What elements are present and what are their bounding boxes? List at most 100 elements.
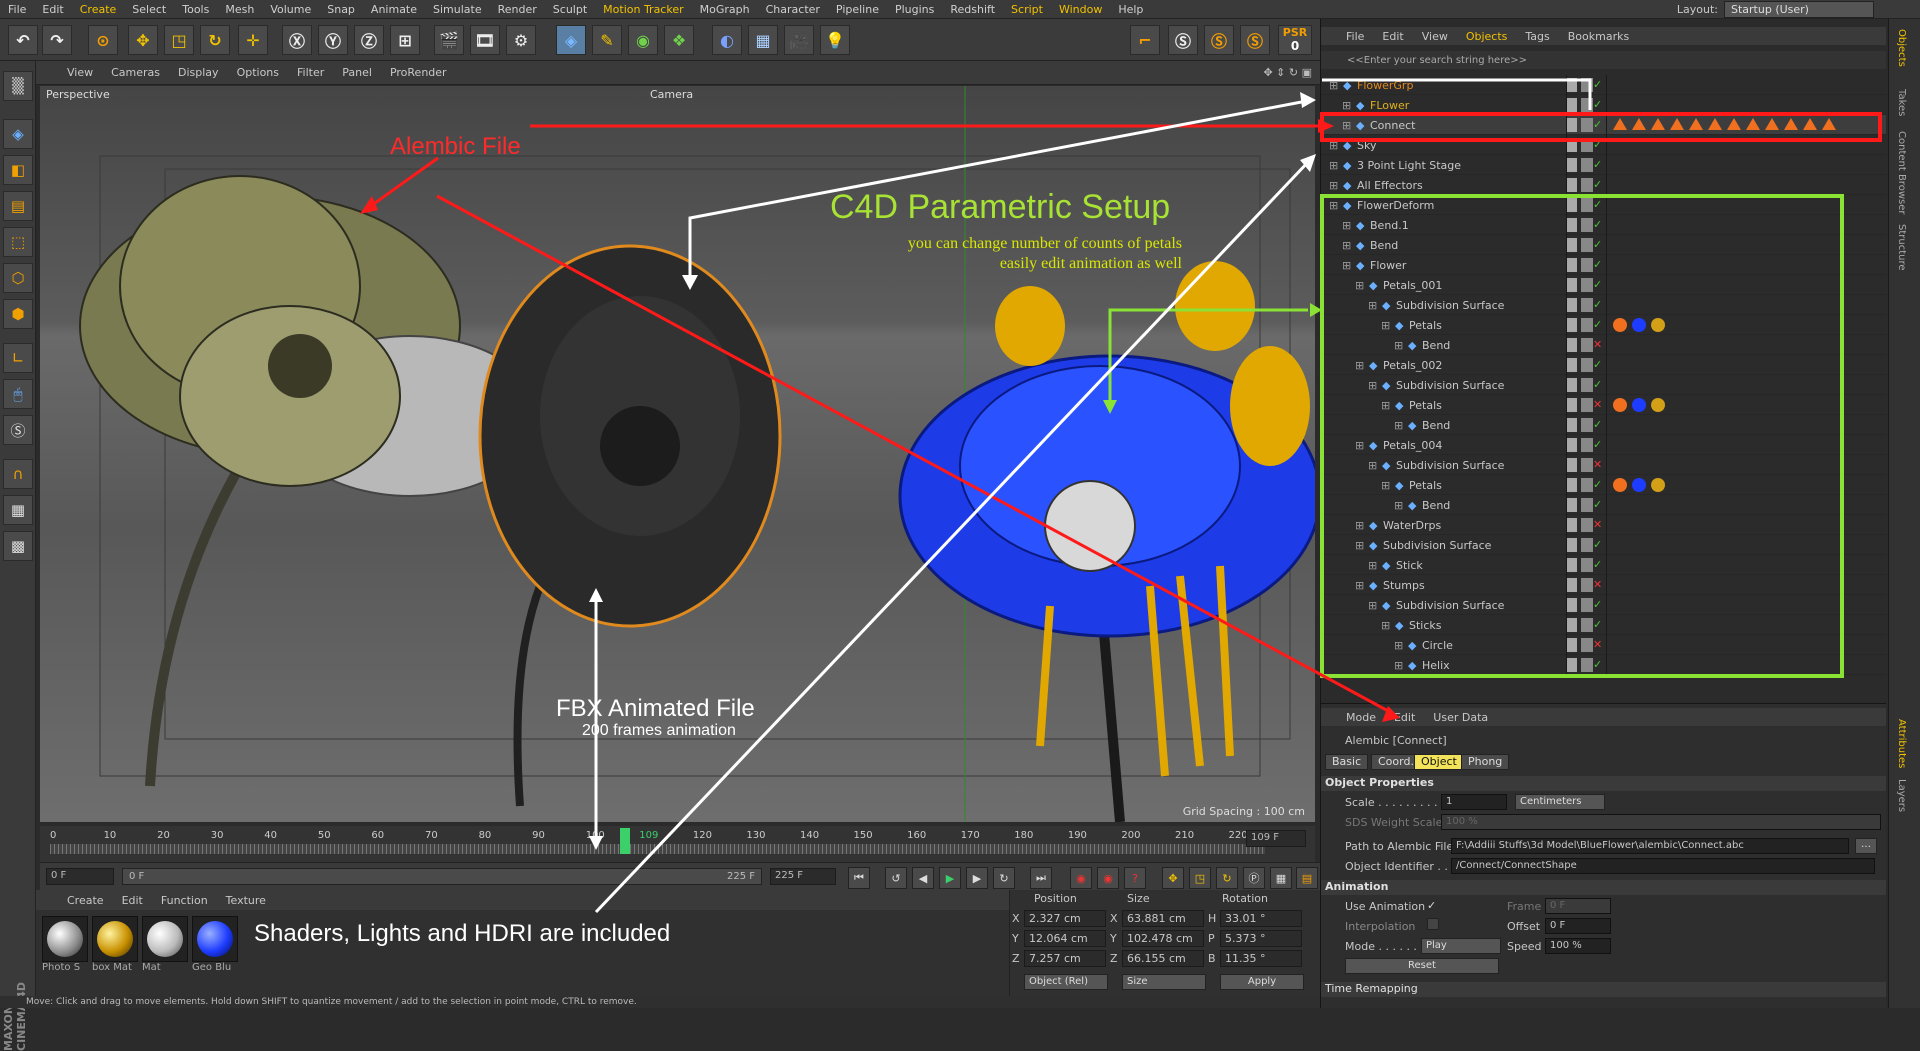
next-key-icon[interactable]: ↻ [993,867,1015,889]
object-name[interactable]: Stick [1396,559,1423,572]
visibility-toggle-icon[interactable] [1567,278,1593,292]
key-pla-icon[interactable]: ▦ [1270,867,1292,889]
menu-tools[interactable]: Tools [174,3,217,16]
visibility-toggle-icon[interactable] [1567,658,1593,672]
visibility-toggle-icon[interactable] [1567,478,1593,492]
menu-motion-tracker[interactable]: Motion Tracker [595,3,691,16]
soft-selection-icon[interactable]: Ⓢ [1240,25,1270,55]
current-frame-field[interactable]: 109 F [1246,830,1306,847]
object-name[interactable]: Bend [1422,499,1450,512]
view-menu-panel[interactable]: Panel [333,66,381,79]
object-row[interactable]: ⊞ ◆ FlowerGrp ✓ [1321,75,1886,95]
view-menu-view[interactable]: View [58,66,102,79]
menu-sculpt[interactable]: Sculpt [545,3,595,16]
menu-render[interactable]: Render [490,3,545,16]
object-name[interactable]: All Effectors [1357,179,1423,192]
enable-toggle-icon[interactable]: ✕ [1593,458,1602,471]
enable-toggle-icon[interactable]: ✓ [1593,238,1602,251]
object-name[interactable]: Petals [1409,479,1442,492]
expand-toggle-icon[interactable]: ⊞ [1381,319,1390,332]
object-name[interactable]: Bend [1422,419,1450,432]
live-select-icon[interactable]: ⊙ [88,25,118,55]
material-swatch[interactable] [192,916,238,962]
object-name[interactable]: Petals_004 [1383,439,1442,452]
previous-frame-icon[interactable]: ◀ [912,867,934,889]
coord-mode-dropdown[interactable]: Object (Rel) [1024,974,1108,990]
enable-toggle-icon[interactable]: ✓ [1593,118,1602,131]
enable-toggle-icon[interactable]: ✓ [1593,98,1602,111]
visibility-toggle-icon[interactable] [1567,178,1593,192]
material-swatch[interactable] [42,916,88,962]
enable-toggle-icon[interactable]: ✕ [1593,398,1602,411]
attr-menu-edit[interactable]: Edit [1385,711,1424,724]
scale-unit-dropdown[interactable]: Centimeters [1515,794,1605,810]
workplane-mode-icon[interactable]: ▤ [3,191,33,221]
visibility-toggle-icon[interactable] [1567,138,1593,152]
interpolation-checkbox[interactable] [1427,918,1439,930]
enable-toggle-icon[interactable]: ✕ [1593,518,1602,531]
object-name[interactable]: Petals [1409,319,1442,332]
view-menu-prorender[interactable]: ProRender [381,66,456,79]
render-picture-viewer-icon[interactable]: 🎞 [470,25,500,55]
enable-toggle-icon[interactable]: ✕ [1593,578,1602,591]
start-frame-field[interactable]: 0 F [46,868,114,885]
object-row[interactable]: ⊞ ◆ Sticks ✓ [1321,615,1886,635]
expand-toggle-icon[interactable]: ⊞ [1329,199,1338,212]
object-name[interactable]: Circle [1422,639,1453,652]
menu-script[interactable]: Script [1003,3,1051,16]
menu-plugins[interactable]: Plugins [887,3,942,16]
enable-toggle-icon[interactable]: ✓ [1593,418,1602,431]
expand-toggle-icon[interactable]: ⊞ [1394,639,1403,652]
coordinate-system-icon[interactable]: ⊞ [390,25,420,55]
object-row[interactable]: ⊞ ◆ Petals ✕ [1321,395,1886,415]
om-menu-file[interactable]: File [1337,30,1373,43]
object-row[interactable]: ⊞ ◆ Sky ✓ [1321,135,1886,155]
visibility-toggle-icon[interactable] [1567,638,1593,652]
alembic-tag-icon[interactable] [1613,118,1627,130]
expand-toggle-icon[interactable]: ⊞ [1381,399,1390,412]
key-parameter-icon[interactable]: Ⓟ [1243,867,1265,889]
expand-toggle-icon[interactable]: ⊞ [1329,159,1338,172]
scale-icon[interactable]: ◳ [164,25,194,55]
expand-toggle-icon[interactable]: ⊞ [1381,479,1390,492]
object-row[interactable]: ⊞ ◆ Petals_002 ✓ [1321,355,1886,375]
timeline-playhead[interactable] [620,828,630,854]
object-row[interactable]: ⊞ ◆ Bend.1 ✓ [1321,215,1886,235]
object-name[interactable]: Bend [1422,339,1450,352]
object-name[interactable]: Subdivision Surface [1396,599,1504,612]
magnet-icon[interactable]: ∩ [3,459,33,489]
offset-field[interactable]: 0 F [1545,918,1611,934]
object-name[interactable]: Subdivision Surface [1396,379,1504,392]
expand-toggle-icon[interactable]: ⊞ [1342,259,1351,272]
expand-toggle-icon[interactable]: ⊞ [1368,459,1377,472]
object-row[interactable]: ⊞ ◆ Subdivision Surface ✓ [1321,375,1886,395]
y-axis-icon[interactable]: Ⓨ [318,25,348,55]
alembic-tag-icon[interactable] [1727,118,1741,130]
object-row[interactable]: ⊞ ◆ Petals_004 ✓ [1321,435,1886,455]
material-swatch[interactable] [92,916,138,962]
expand-toggle-icon[interactable]: ⊞ [1368,599,1377,612]
alembic-tag-icon[interactable] [1708,118,1722,130]
snap-settings-icon[interactable]: Ⓢ [1204,25,1234,55]
expand-toggle-icon[interactable]: ⊞ [1342,239,1351,252]
material-tag-icon[interactable] [1651,478,1665,492]
pos-y-field[interactable]: 12.064 cm [1024,930,1106,947]
visibility-toggle-icon[interactable] [1567,358,1593,372]
expand-toggle-icon[interactable]: ⊞ [1368,559,1377,572]
visibility-toggle-icon[interactable] [1567,618,1593,632]
expand-toggle-icon[interactable]: ⊞ [1342,99,1351,112]
menu-pipeline[interactable]: Pipeline [828,3,887,16]
visibility-toggle-icon[interactable] [1567,338,1593,352]
material-tag-icon[interactable] [1632,478,1646,492]
axis-mode-icon[interactable]: ∟ [3,343,33,373]
x-axis-icon[interactable]: Ⓧ [282,25,312,55]
menu-file[interactable]: File [0,3,34,16]
material-tag-icon[interactable] [1613,398,1627,412]
pos-z-field[interactable]: 7.257 cm [1024,950,1106,967]
om-menu-tags[interactable]: Tags [1516,30,1558,43]
size-x-field[interactable]: 63.881 cm [1122,910,1204,927]
expand-toggle-icon[interactable]: ⊞ [1381,619,1390,632]
expand-toggle-icon[interactable]: ⊞ [1355,439,1364,452]
autokey-icon[interactable]: ◉ [1097,867,1119,889]
camera-icon[interactable]: 🎥 [784,25,814,55]
